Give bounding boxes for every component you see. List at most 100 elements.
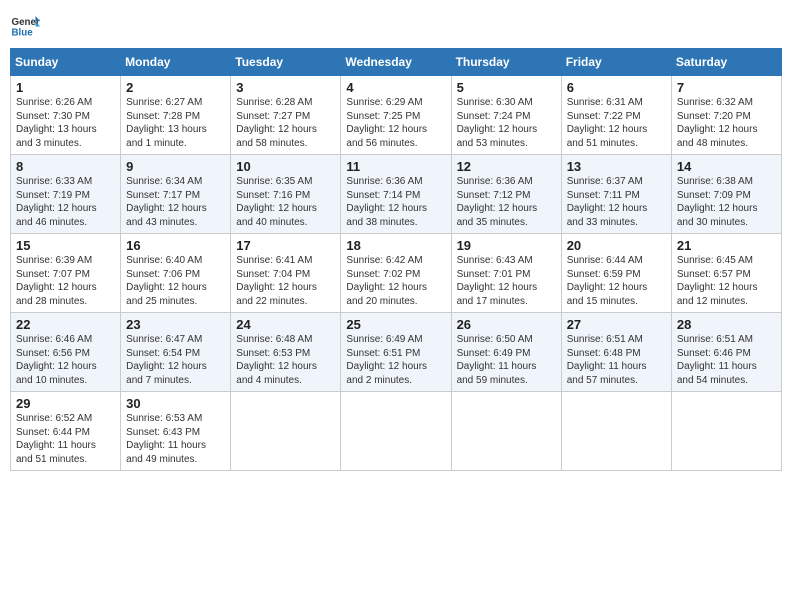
day-info: Sunrise: 6:50 AMSunset: 6:49 PMDaylight:… <box>457 333 556 387</box>
day-info: Sunrise: 6:30 AMSunset: 7:24 PMDaylight:… <box>457 96 556 150</box>
day-info: Sunrise: 6:33 AMSunset: 7:19 PMDaylight:… <box>16 175 115 229</box>
day-info: Sunrise: 6:37 AMSunset: 7:11 PMDaylight:… <box>567 175 666 229</box>
day-number: 19 <box>457 238 556 253</box>
calendar-cell <box>561 392 671 471</box>
calendar-cell: 4Sunrise: 6:29 AMSunset: 7:25 PMDaylight… <box>341 76 451 155</box>
day-info: Sunrise: 6:51 AMSunset: 6:46 PMDaylight:… <box>677 333 776 387</box>
calendar-cell: 23Sunrise: 6:47 AMSunset: 6:54 PMDayligh… <box>121 313 231 392</box>
logo: General Blue <box>10 10 40 40</box>
day-number: 14 <box>677 159 776 174</box>
day-info: Sunrise: 6:48 AMSunset: 6:53 PMDaylight:… <box>236 333 335 387</box>
weekday-header-monday: Monday <box>121 49 231 76</box>
calendar-cell: 3Sunrise: 6:28 AMSunset: 7:27 PMDaylight… <box>231 76 341 155</box>
day-number: 20 <box>567 238 666 253</box>
calendar-cell: 12Sunrise: 6:36 AMSunset: 7:12 PMDayligh… <box>451 155 561 234</box>
week-row-5: 29Sunrise: 6:52 AMSunset: 6:44 PMDayligh… <box>11 392 782 471</box>
calendar-cell: 11Sunrise: 6:36 AMSunset: 7:14 PMDayligh… <box>341 155 451 234</box>
calendar-cell: 17Sunrise: 6:41 AMSunset: 7:04 PMDayligh… <box>231 234 341 313</box>
day-info: Sunrise: 6:53 AMSunset: 6:43 PMDaylight:… <box>126 412 225 466</box>
day-info: Sunrise: 6:43 AMSunset: 7:01 PMDaylight:… <box>457 254 556 308</box>
day-info: Sunrise: 6:47 AMSunset: 6:54 PMDaylight:… <box>126 333 225 387</box>
day-number: 25 <box>346 317 445 332</box>
weekday-header-sunday: Sunday <box>11 49 121 76</box>
day-number: 17 <box>236 238 335 253</box>
calendar-cell: 14Sunrise: 6:38 AMSunset: 7:09 PMDayligh… <box>671 155 781 234</box>
calendar-cell: 25Sunrise: 6:49 AMSunset: 6:51 PMDayligh… <box>341 313 451 392</box>
calendar-cell: 7Sunrise: 6:32 AMSunset: 7:20 PMDaylight… <box>671 76 781 155</box>
day-info: Sunrise: 6:35 AMSunset: 7:16 PMDaylight:… <box>236 175 335 229</box>
calendar-cell: 18Sunrise: 6:42 AMSunset: 7:02 PMDayligh… <box>341 234 451 313</box>
day-number: 15 <box>16 238 115 253</box>
day-number: 23 <box>126 317 225 332</box>
weekday-header-tuesday: Tuesday <box>231 49 341 76</box>
calendar-table: SundayMondayTuesdayWednesdayThursdayFrid… <box>10 48 782 471</box>
day-info: Sunrise: 6:39 AMSunset: 7:07 PMDaylight:… <box>16 254 115 308</box>
day-info: Sunrise: 6:52 AMSunset: 6:44 PMDaylight:… <box>16 412 115 466</box>
calendar-cell <box>451 392 561 471</box>
calendar-cell: 27Sunrise: 6:51 AMSunset: 6:48 PMDayligh… <box>561 313 671 392</box>
day-number: 16 <box>126 238 225 253</box>
day-info: Sunrise: 6:49 AMSunset: 6:51 PMDaylight:… <box>346 333 445 387</box>
day-info: Sunrise: 6:34 AMSunset: 7:17 PMDaylight:… <box>126 175 225 229</box>
weekday-header-row: SundayMondayTuesdayWednesdayThursdayFrid… <box>11 49 782 76</box>
weekday-header-wednesday: Wednesday <box>341 49 451 76</box>
day-number: 30 <box>126 396 225 411</box>
day-number: 10 <box>236 159 335 174</box>
day-info: Sunrise: 6:42 AMSunset: 7:02 PMDaylight:… <box>346 254 445 308</box>
week-row-1: 1Sunrise: 6:26 AMSunset: 7:30 PMDaylight… <box>11 76 782 155</box>
day-number: 18 <box>346 238 445 253</box>
calendar-cell: 1Sunrise: 6:26 AMSunset: 7:30 PMDaylight… <box>11 76 121 155</box>
day-number: 24 <box>236 317 335 332</box>
day-number: 27 <box>567 317 666 332</box>
day-number: 7 <box>677 80 776 95</box>
day-info: Sunrise: 6:36 AMSunset: 7:12 PMDaylight:… <box>457 175 556 229</box>
calendar-cell: 21Sunrise: 6:45 AMSunset: 6:57 PMDayligh… <box>671 234 781 313</box>
day-number: 1 <box>16 80 115 95</box>
day-number: 2 <box>126 80 225 95</box>
calendar-cell: 6Sunrise: 6:31 AMSunset: 7:22 PMDaylight… <box>561 76 671 155</box>
day-info: Sunrise: 6:32 AMSunset: 7:20 PMDaylight:… <box>677 96 776 150</box>
day-info: Sunrise: 6:41 AMSunset: 7:04 PMDaylight:… <box>236 254 335 308</box>
day-number: 21 <box>677 238 776 253</box>
calendar-cell: 5Sunrise: 6:30 AMSunset: 7:24 PMDaylight… <box>451 76 561 155</box>
day-number: 4 <box>346 80 445 95</box>
calendar-cell: 29Sunrise: 6:52 AMSunset: 6:44 PMDayligh… <box>11 392 121 471</box>
day-info: Sunrise: 6:40 AMSunset: 7:06 PMDaylight:… <box>126 254 225 308</box>
weekday-header-friday: Friday <box>561 49 671 76</box>
day-number: 28 <box>677 317 776 332</box>
week-row-3: 15Sunrise: 6:39 AMSunset: 7:07 PMDayligh… <box>11 234 782 313</box>
week-row-4: 22Sunrise: 6:46 AMSunset: 6:56 PMDayligh… <box>11 313 782 392</box>
day-info: Sunrise: 6:29 AMSunset: 7:25 PMDaylight:… <box>346 96 445 150</box>
calendar-cell: 10Sunrise: 6:35 AMSunset: 7:16 PMDayligh… <box>231 155 341 234</box>
calendar-cell: 24Sunrise: 6:48 AMSunset: 6:53 PMDayligh… <box>231 313 341 392</box>
svg-text:Blue: Blue <box>12 28 34 39</box>
calendar-cell: 22Sunrise: 6:46 AMSunset: 6:56 PMDayligh… <box>11 313 121 392</box>
day-info: Sunrise: 6:46 AMSunset: 6:56 PMDaylight:… <box>16 333 115 387</box>
calendar-cell: 30Sunrise: 6:53 AMSunset: 6:43 PMDayligh… <box>121 392 231 471</box>
day-info: Sunrise: 6:31 AMSunset: 7:22 PMDaylight:… <box>567 96 666 150</box>
day-info: Sunrise: 6:45 AMSunset: 6:57 PMDaylight:… <box>677 254 776 308</box>
day-number: 3 <box>236 80 335 95</box>
day-number: 13 <box>567 159 666 174</box>
calendar-cell: 13Sunrise: 6:37 AMSunset: 7:11 PMDayligh… <box>561 155 671 234</box>
day-info: Sunrise: 6:38 AMSunset: 7:09 PMDaylight:… <box>677 175 776 229</box>
week-row-2: 8Sunrise: 6:33 AMSunset: 7:19 PMDaylight… <box>11 155 782 234</box>
calendar-cell: 15Sunrise: 6:39 AMSunset: 7:07 PMDayligh… <box>11 234 121 313</box>
calendar-cell <box>671 392 781 471</box>
header: General Blue <box>10 10 782 40</box>
day-number: 6 <box>567 80 666 95</box>
day-number: 29 <box>16 396 115 411</box>
calendar-cell: 9Sunrise: 6:34 AMSunset: 7:17 PMDaylight… <box>121 155 231 234</box>
day-number: 8 <box>16 159 115 174</box>
calendar-cell: 26Sunrise: 6:50 AMSunset: 6:49 PMDayligh… <box>451 313 561 392</box>
day-info: Sunrise: 6:36 AMSunset: 7:14 PMDaylight:… <box>346 175 445 229</box>
calendar-cell <box>231 392 341 471</box>
weekday-header-thursday: Thursday <box>451 49 561 76</box>
day-number: 5 <box>457 80 556 95</box>
calendar-cell: 8Sunrise: 6:33 AMSunset: 7:19 PMDaylight… <box>11 155 121 234</box>
day-number: 22 <box>16 317 115 332</box>
day-info: Sunrise: 6:44 AMSunset: 6:59 PMDaylight:… <box>567 254 666 308</box>
day-number: 26 <box>457 317 556 332</box>
day-number: 9 <box>126 159 225 174</box>
calendar-cell: 2Sunrise: 6:27 AMSunset: 7:28 PMDaylight… <box>121 76 231 155</box>
